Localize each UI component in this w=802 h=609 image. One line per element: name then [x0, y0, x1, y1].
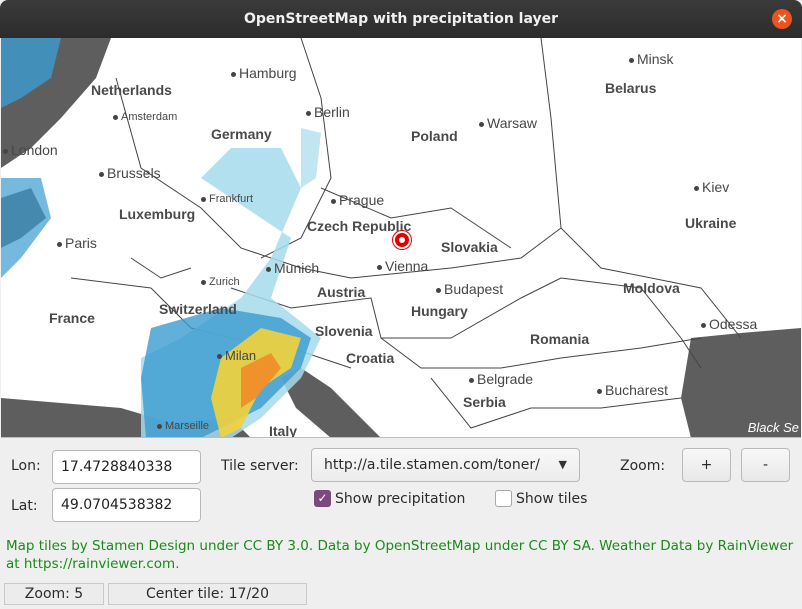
zoom-label: Zoom:	[620, 458, 666, 474]
country-label: Slovenia	[315, 323, 373, 339]
map-brand-text: Black Se	[747, 420, 799, 435]
city-label: Frankfurt	[201, 193, 253, 205]
country-label: Italy	[269, 423, 298, 438]
city-label: Bucharest	[597, 382, 668, 398]
show-precipitation-checkbox[interactable]: ✓ Show precipitation	[314, 489, 466, 510]
zoom-in-button[interactable]: +	[682, 448, 731, 482]
city-label: Berlin	[306, 104, 350, 120]
tile-server-label: Tile server:	[221, 458, 299, 474]
city-label: Brussels	[99, 165, 161, 181]
city-label: Munich	[266, 260, 319, 276]
city-label: Zurich	[201, 276, 240, 288]
city-label: Marseille	[157, 420, 209, 432]
country-label: Austria	[317, 284, 366, 300]
lon-input[interactable]: 17.4728840338	[52, 450, 201, 484]
status-center-tile: Center tile: 17/20	[108, 583, 307, 605]
country-label: Moldova	[623, 280, 680, 296]
country-label: Belarus	[605, 80, 657, 96]
show-tiles-label: Show tiles	[516, 491, 588, 507]
country-label: Poland	[411, 128, 458, 144]
lon-label: Lon:	[11, 458, 41, 474]
checkbox-icon	[495, 489, 512, 507]
city-label: Kiev	[694, 179, 729, 195]
country-label: Luxemburg	[119, 206, 196, 222]
lat-input[interactable]: 49.0704538382	[52, 488, 201, 522]
city-label: Minsk	[629, 51, 674, 67]
city-label: Budapest	[436, 281, 503, 297]
location-marker-icon[interactable]	[393, 231, 411, 249]
close-button[interactable]: ×	[772, 9, 792, 29]
title-bar: OpenStreetMap with precipitation layer ×	[0, 0, 802, 38]
tile-server-select[interactable]: http://a.tile.stamen.com/toner/ ▼	[311, 448, 580, 482]
zoom-out-button[interactable]: -	[741, 448, 790, 482]
attribution-text: Map tiles by Stamen Design under CC BY 3…	[6, 538, 794, 572]
city-label: Belgrade	[469, 371, 533, 387]
city-label: Milan	[217, 348, 256, 363]
tile-server-value: http://a.tile.stamen.com/toner/	[324, 457, 540, 473]
lat-label: Lat:	[11, 498, 38, 514]
city-label: Paris	[57, 235, 97, 251]
city-label: Hamburg	[231, 65, 297, 81]
country-label: Croatia	[346, 350, 395, 366]
checkmark-icon: ✓	[314, 489, 331, 507]
country-label: Czech Republic	[307, 218, 412, 234]
show-tiles-checkbox[interactable]: Show tiles	[495, 489, 588, 510]
country-label: Serbia	[463, 394, 506, 410]
show-precipitation-label: Show precipitation	[335, 491, 466, 507]
city-label: Prague	[331, 192, 384, 208]
close-icon: ×	[776, 11, 788, 27]
country-label: Germany	[211, 126, 272, 142]
status-zoom: Zoom: 5	[4, 583, 104, 605]
country-label: Switzerland	[159, 301, 237, 317]
country-label: Romania	[530, 331, 590, 347]
chevron-down-icon: ▼	[558, 458, 567, 471]
country-label: Ukraine	[685, 215, 737, 231]
city-label: Vienna	[377, 258, 428, 274]
city-label: Amsterdam	[113, 111, 177, 123]
map-view[interactable]: Netherlands Germany Poland Belarus Czech…	[1, 38, 801, 438]
city-label: Odessa	[701, 316, 757, 332]
country-label: France	[49, 310, 95, 326]
country-label: Hungary	[411, 303, 468, 319]
city-label: Warsaw	[479, 115, 537, 131]
country-label: Netherlands	[91, 82, 172, 98]
city-label: London	[3, 142, 58, 158]
window-title: OpenStreetMap with precipitation layer	[243, 11, 559, 27]
country-label: Slovakia	[441, 239, 498, 255]
